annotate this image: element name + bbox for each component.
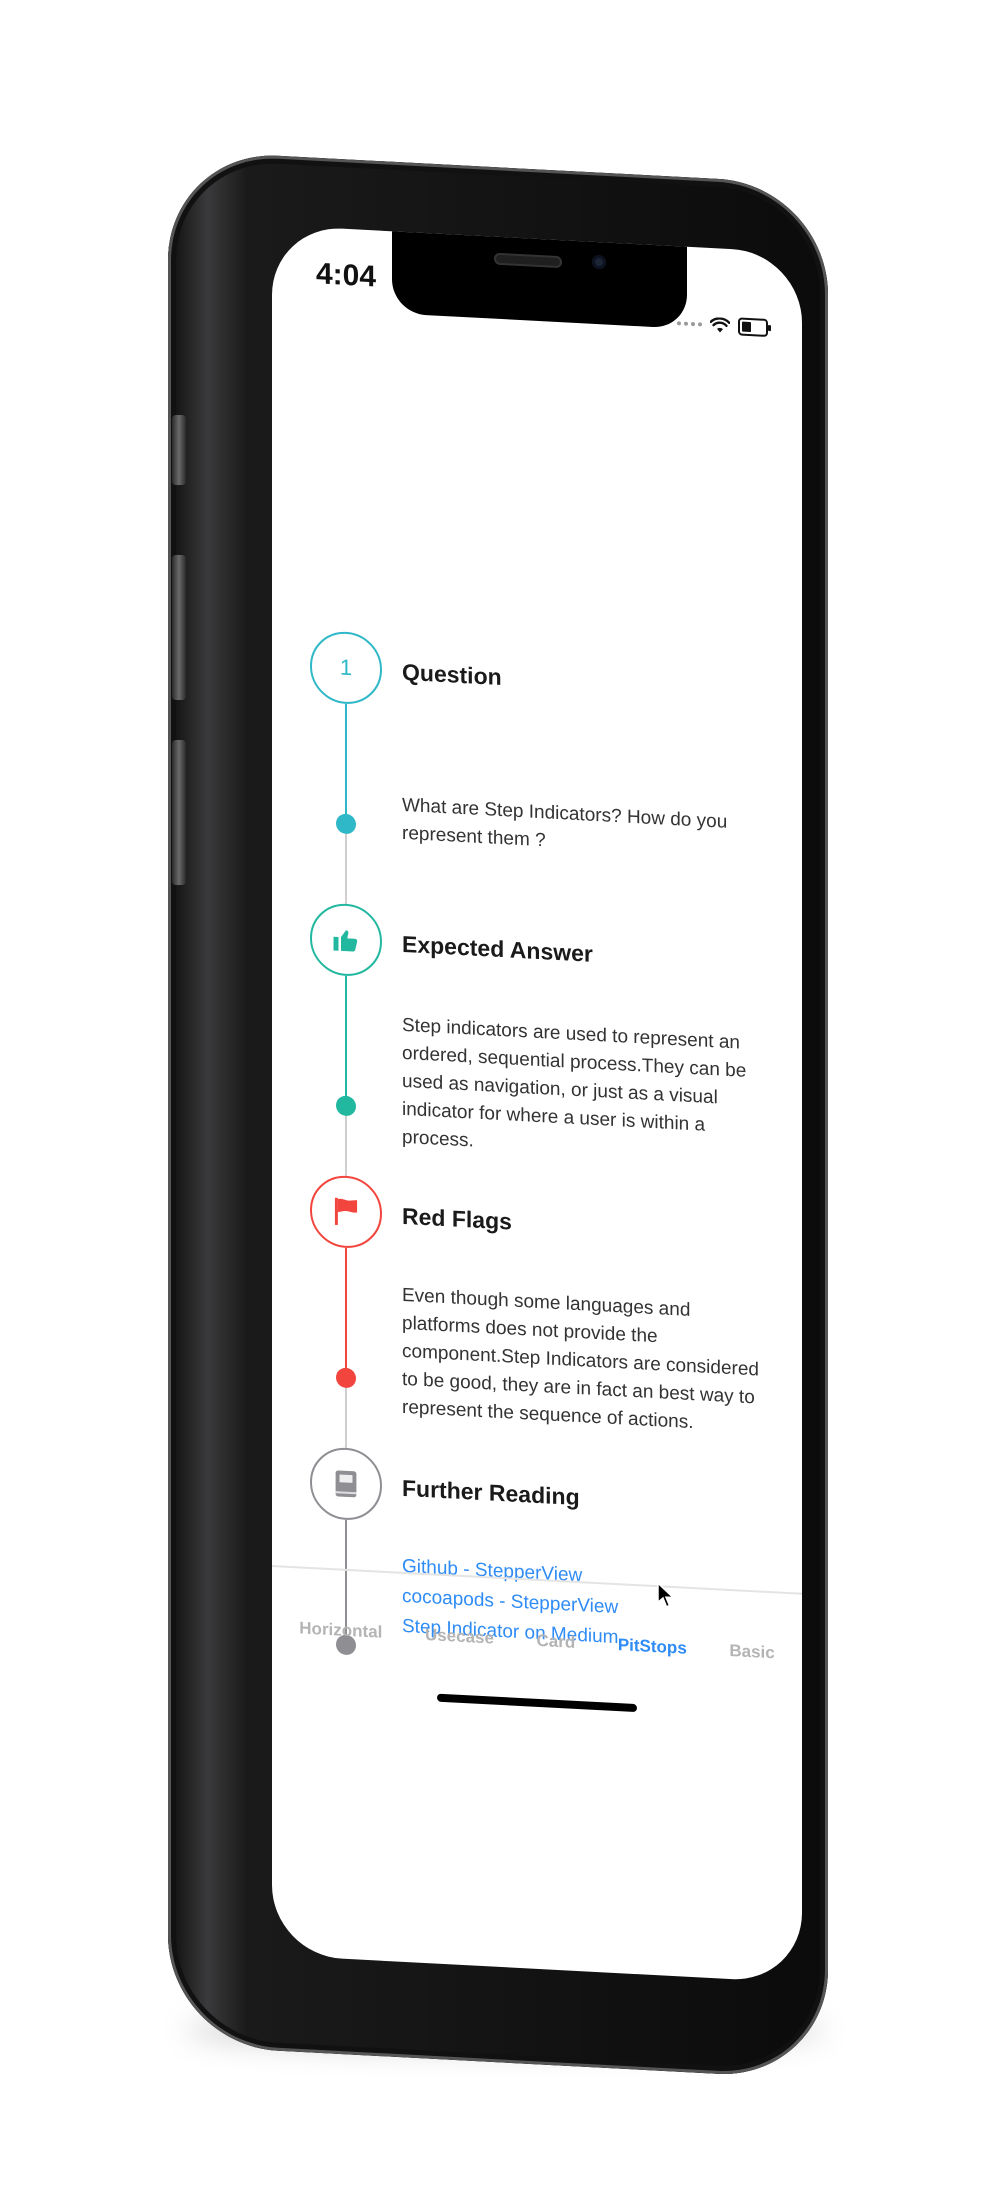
- speaker-grille: [494, 252, 562, 269]
- step-title: Expected Answer: [402, 930, 593, 967]
- book-badge: [310, 1445, 382, 1522]
- step-dot: [336, 1367, 356, 1389]
- step-number-badge: 1: [310, 629, 382, 706]
- step-connector-line: [345, 1105, 347, 1176]
- step-connector-line: [345, 823, 347, 904]
- thumbs-up-badge: [310, 901, 382, 978]
- step-connector-line: [345, 1247, 347, 1378]
- status-icons: [677, 314, 768, 337]
- wifi-icon: [710, 317, 730, 333]
- tab-usecase[interactable]: Usecase: [425, 1625, 494, 1649]
- thumbs-up-icon: [333, 930, 358, 952]
- step-number: 1: [339, 654, 353, 681]
- silent-switch: [172, 415, 186, 485]
- step-connector-line: [345, 703, 347, 824]
- battery-icon: [738, 317, 768, 337]
- step-connector-line: [345, 975, 347, 1106]
- front-camera: [592, 254, 606, 270]
- step-title: Further Reading: [402, 1474, 580, 1511]
- phone-screen: 4:04 1 Question What are Step Indicators…: [272, 225, 802, 1983]
- step-dot: [336, 813, 356, 835]
- tab-horizontal[interactable]: Horizontal: [299, 1618, 382, 1642]
- step-title: Question: [402, 658, 502, 691]
- step-dot: [336, 1095, 356, 1117]
- tab-card[interactable]: Card: [537, 1631, 576, 1653]
- volume-up-button: [172, 555, 186, 700]
- device-mockup: 4:04 1 Question What are Step Indicators…: [0, 0, 1000, 2200]
- mouse-cursor-icon: [657, 1582, 675, 1608]
- book-icon: [335, 1470, 357, 1498]
- step-description: What are Step Indicators? How do you rep…: [402, 794, 728, 852]
- tab-basic[interactable]: Basic: [729, 1641, 774, 1663]
- flag-badge: [310, 1173, 382, 1250]
- flag-icon: [334, 1197, 358, 1225]
- tab-pitstops[interactable]: PitStops: [618, 1635, 687, 1659]
- step-title: Red Flags: [402, 1202, 512, 1235]
- volume-down-button: [172, 740, 186, 885]
- home-indicator: [437, 1693, 637, 1713]
- step-description: Even though some languages and platforms…: [402, 1284, 759, 1434]
- step-description: Step indicators are used to represent an…: [402, 1014, 747, 1152]
- signal-icon: [677, 321, 702, 327]
- status-time: 4:04: [316, 257, 377, 294]
- step-connector-line: [345, 1377, 347, 1448]
